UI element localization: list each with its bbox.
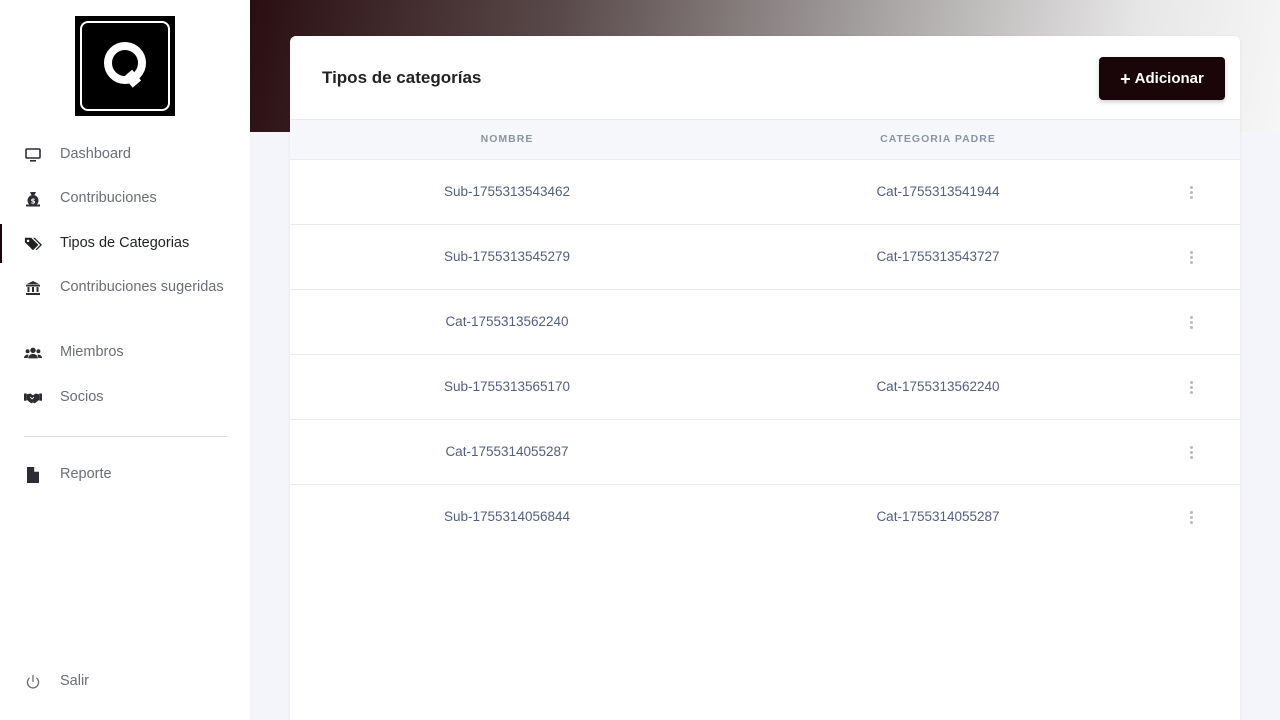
- row-actions-menu-icon[interactable]: [1183, 312, 1199, 332]
- column-header-categoria-padre[interactable]: CATEGORIA PADRE: [788, 133, 1088, 145]
- cell-categoria-padre: Cat-1755313543727: [876, 249, 1000, 264]
- sidebar-item-label: Miembros: [60, 344, 124, 360]
- table-row: Sub-1755314056844 Cat-1755314055287: [290, 485, 1240, 550]
- row-actions-menu-icon[interactable]: [1183, 377, 1199, 397]
- cell-nombre: Sub-1755313565170: [443, 379, 571, 394]
- column-header-nombre[interactable]: NOMBRE: [357, 133, 657, 145]
- table-row: Sub-1755313545279 Cat-1755313543727: [290, 225, 1240, 290]
- row-actions-menu-icon[interactable]: [1183, 182, 1199, 202]
- logo-frame: [80, 21, 170, 111]
- row-actions-menu-icon[interactable]: [1183, 247, 1199, 267]
- row-actions-menu-icon[interactable]: [1183, 507, 1199, 527]
- table-header: NOMBRE CATEGORIA PADRE: [290, 119, 1240, 160]
- users-icon: [24, 342, 42, 363]
- cell-categoria-padre: Cat-1755314055287: [876, 509, 1000, 524]
- add-button[interactable]: + Adicionar: [1099, 57, 1225, 100]
- card-header: Tipos de categorías + Adicionar: [290, 36, 1240, 120]
- cell-categoria-padre: Cat-1755313541944: [876, 184, 1000, 199]
- sidebar-item-label: Reporte: [60, 466, 112, 482]
- sidebar-item-contribuciones[interactable]: $ Contribuciones: [0, 188, 250, 209]
- sidebar-item-dashboard[interactable]: Dashboard: [0, 144, 250, 165]
- sidebar-item-tipos-de-categorias[interactable]: Tipos de Categorias: [0, 224, 250, 263]
- logout-button[interactable]: Salir: [0, 671, 250, 692]
- sidebar-item-reporte[interactable]: Reporte: [0, 464, 250, 485]
- logo-q-glyph: [104, 42, 146, 88]
- table-body: Sub-1755313543462 Cat-1755313541944 Sub-…: [290, 160, 1240, 550]
- sidebar-item-contribuciones-sugeridas[interactable]: Contribuciones sugeridas: [0, 277, 250, 298]
- sidebar-divider: [24, 436, 227, 437]
- sidebar-item-label: Contribuciones sugeridas: [60, 279, 224, 295]
- categories-card: Tipos de categorías + Adicionar NOMBRE C…: [290, 36, 1240, 720]
- table-row: Cat-1755313562240: [290, 290, 1240, 355]
- page-title: Tipos de categorías: [322, 68, 482, 87]
- monitor-icon: [24, 144, 42, 165]
- sidebar-item-label: Tipos de Categorias: [60, 235, 190, 251]
- table-row: Sub-1755313543462 Cat-1755313541944: [290, 160, 1240, 225]
- sidebar-item-label: Contribuciones: [60, 190, 157, 206]
- row-actions-menu-icon[interactable]: [1183, 442, 1199, 462]
- app-logo[interactable]: [75, 16, 175, 116]
- tags-icon: [24, 233, 42, 254]
- sidebar-item-label: Dashboard: [60, 146, 131, 162]
- add-button-label: Adicionar: [1134, 70, 1204, 87]
- cell-nombre: Cat-1755314055287: [445, 444, 569, 459]
- sidebar: Dashboard $ Contribuciones Tipos de Cate…: [0, 0, 250, 720]
- cell-categoria-padre: Cat-1755313562240: [876, 379, 1000, 394]
- bank-icon: [24, 277, 42, 298]
- table-row: Cat-1755314055287: [290, 420, 1240, 485]
- file-icon: [24, 464, 42, 485]
- handshake-icon: [24, 387, 42, 408]
- cell-nombre: Sub-1755313545279: [443, 249, 571, 264]
- cell-nombre: Sub-1755313543462: [443, 184, 571, 199]
- sidebar-item-socios[interactable]: Socios: [0, 387, 250, 408]
- cell-nombre: Sub-1755314056844: [443, 509, 571, 524]
- svg-text:$: $: [31, 197, 36, 205]
- power-icon: [24, 671, 42, 692]
- logout-label: Salir: [60, 673, 90, 689]
- money-bag-icon: $: [24, 188, 42, 209]
- sidebar-item-miembros[interactable]: Miembros: [0, 342, 250, 363]
- cell-nombre: Cat-1755313562240: [445, 314, 569, 329]
- plus-icon: +: [1120, 68, 1131, 89]
- sidebar-item-label: Socios: [60, 389, 104, 405]
- table-row: Sub-1755313565170 Cat-1755313562240: [290, 355, 1240, 420]
